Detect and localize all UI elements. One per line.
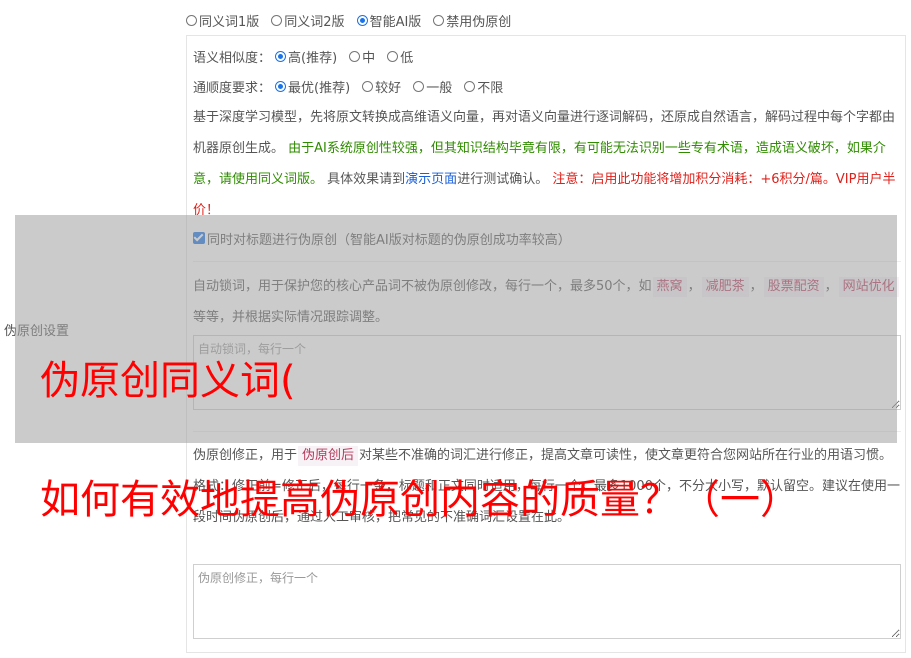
- ai-desc-text: 具体效果请到: [327, 172, 406, 187]
- similarity-option-label: 高(推荐): [288, 50, 338, 66]
- radio-selected-icon[interactable]: [275, 50, 287, 62]
- mode-option-label: 智能AI版: [369, 14, 422, 30]
- radio-selected-icon[interactable]: [356, 14, 368, 26]
- demo-page-link[interactable]: 演示页面: [405, 172, 457, 187]
- similarity-option-low[interactable]: 低: [387, 47, 413, 66]
- mode-option-ai[interactable]: 智能AI版: [356, 11, 422, 30]
- mode-radio-group: 同义词1版 同义词2版 智能AI版 禁用伪原创: [186, 10, 523, 30]
- correction-desc-text: 伪原创修正，用于: [193, 448, 298, 463]
- example-tag: 股票配资: [763, 277, 824, 297]
- mode-option-label: 禁用伪原创: [446, 14, 512, 30]
- fluency-row: 通顺度要求： 最优(推荐) 较好 一般 不限: [193, 76, 515, 96]
- ai-settings-panel: 语义相似度： 高(推荐) 中 低 通顺度要求： 最优(推荐) 较好 一般 不限 …: [186, 35, 906, 653]
- ai-mode-description: 基于深度学习模型，先将原文转换成高维语义向量，再对语义向量进行逐词解码，还原成自…: [193, 102, 901, 226]
- radio-icon[interactable]: [464, 80, 476, 92]
- radio-icon[interactable]: [413, 80, 425, 92]
- example-tag: 燕窝: [652, 277, 687, 297]
- similarity-label: 语义相似度：: [193, 50, 272, 66]
- fluency-label: 通顺度要求：: [193, 80, 272, 96]
- example-tag: 网站优化: [838, 277, 899, 297]
- lock-words-desc-text: 等等，并根据实际情况跟踪调整。: [193, 310, 389, 325]
- mode-option-label: 同义词1版: [199, 14, 260, 30]
- overlay-title-line-2: 如何有效地提高伪原创内容的质量？（一）: [40, 477, 800, 523]
- title-rewrite-checkbox-row[interactable]: 同时对标题进行伪原创（智能AI版对标题的伪原创成功率较高）: [193, 228, 571, 248]
- fluency-option-label: 不限: [477, 80, 504, 96]
- correction-textarea[interactable]: [193, 564, 901, 639]
- divider: [193, 431, 901, 432]
- radio-selected-icon[interactable]: [275, 80, 287, 92]
- mode-option-synonym-v1[interactable]: 同义词1版: [186, 11, 259, 30]
- lock-words-textarea[interactable]: [193, 335, 901, 410]
- radio-icon[interactable]: [271, 14, 283, 26]
- fluency-option-any[interactable]: 不限: [464, 77, 503, 96]
- example-tag: 减肥茶: [701, 277, 749, 297]
- fluency-option-best[interactable]: 最优(推荐): [275, 77, 350, 96]
- similarity-option-medium[interactable]: 中: [349, 47, 375, 66]
- mode-option-disable[interactable]: 禁用伪原创: [433, 11, 511, 30]
- fluency-option-good[interactable]: 较好: [362, 77, 401, 96]
- radio-icon[interactable]: [349, 50, 361, 62]
- mode-option-synonym-v2[interactable]: 同义词2版: [271, 11, 345, 30]
- radio-icon[interactable]: [362, 80, 374, 92]
- lock-words-desc-text: 自动锁词，用于保护您的核心产品词不被伪原创修改，每行一个，最多50个，如: [193, 279, 652, 294]
- fluency-option-normal[interactable]: 一般: [413, 77, 452, 96]
- radio-icon[interactable]: [186, 14, 197, 26]
- radio-icon[interactable]: [433, 14, 445, 26]
- lock-words-description: 自动锁词，用于保护您的核心产品词不被伪原创修改，每行一个，最多50个，如 燕窝，减…: [193, 271, 901, 333]
- fluency-option-label: 最优(推荐): [288, 80, 351, 96]
- similarity-option-high[interactable]: 高(推荐): [275, 47, 337, 66]
- overlay-title-line-1: 伪原创同义词(: [40, 358, 296, 404]
- similarity-row: 语义相似度： 高(推荐) 中 低: [193, 46, 425, 66]
- radio-icon[interactable]: [387, 50, 399, 62]
- similarity-option-label: 低: [400, 50, 414, 66]
- settings-section-label: 伪原创设置: [4, 324, 70, 339]
- similarity-option-label: 中: [362, 50, 376, 66]
- divider: [193, 261, 901, 262]
- correction-tag: 伪原创后: [298, 446, 359, 466]
- mode-option-label: 同义词2版: [284, 14, 345, 30]
- fluency-option-label: 一般: [426, 80, 453, 96]
- ai-desc-text: 进行测试确认。: [457, 172, 549, 187]
- checkbox-checked-icon[interactable]: [193, 232, 205, 244]
- fluency-option-label: 较好: [375, 80, 402, 96]
- title-rewrite-label: 同时对标题进行伪原创（智能AI版对标题的伪原创成功率较高）: [207, 232, 571, 248]
